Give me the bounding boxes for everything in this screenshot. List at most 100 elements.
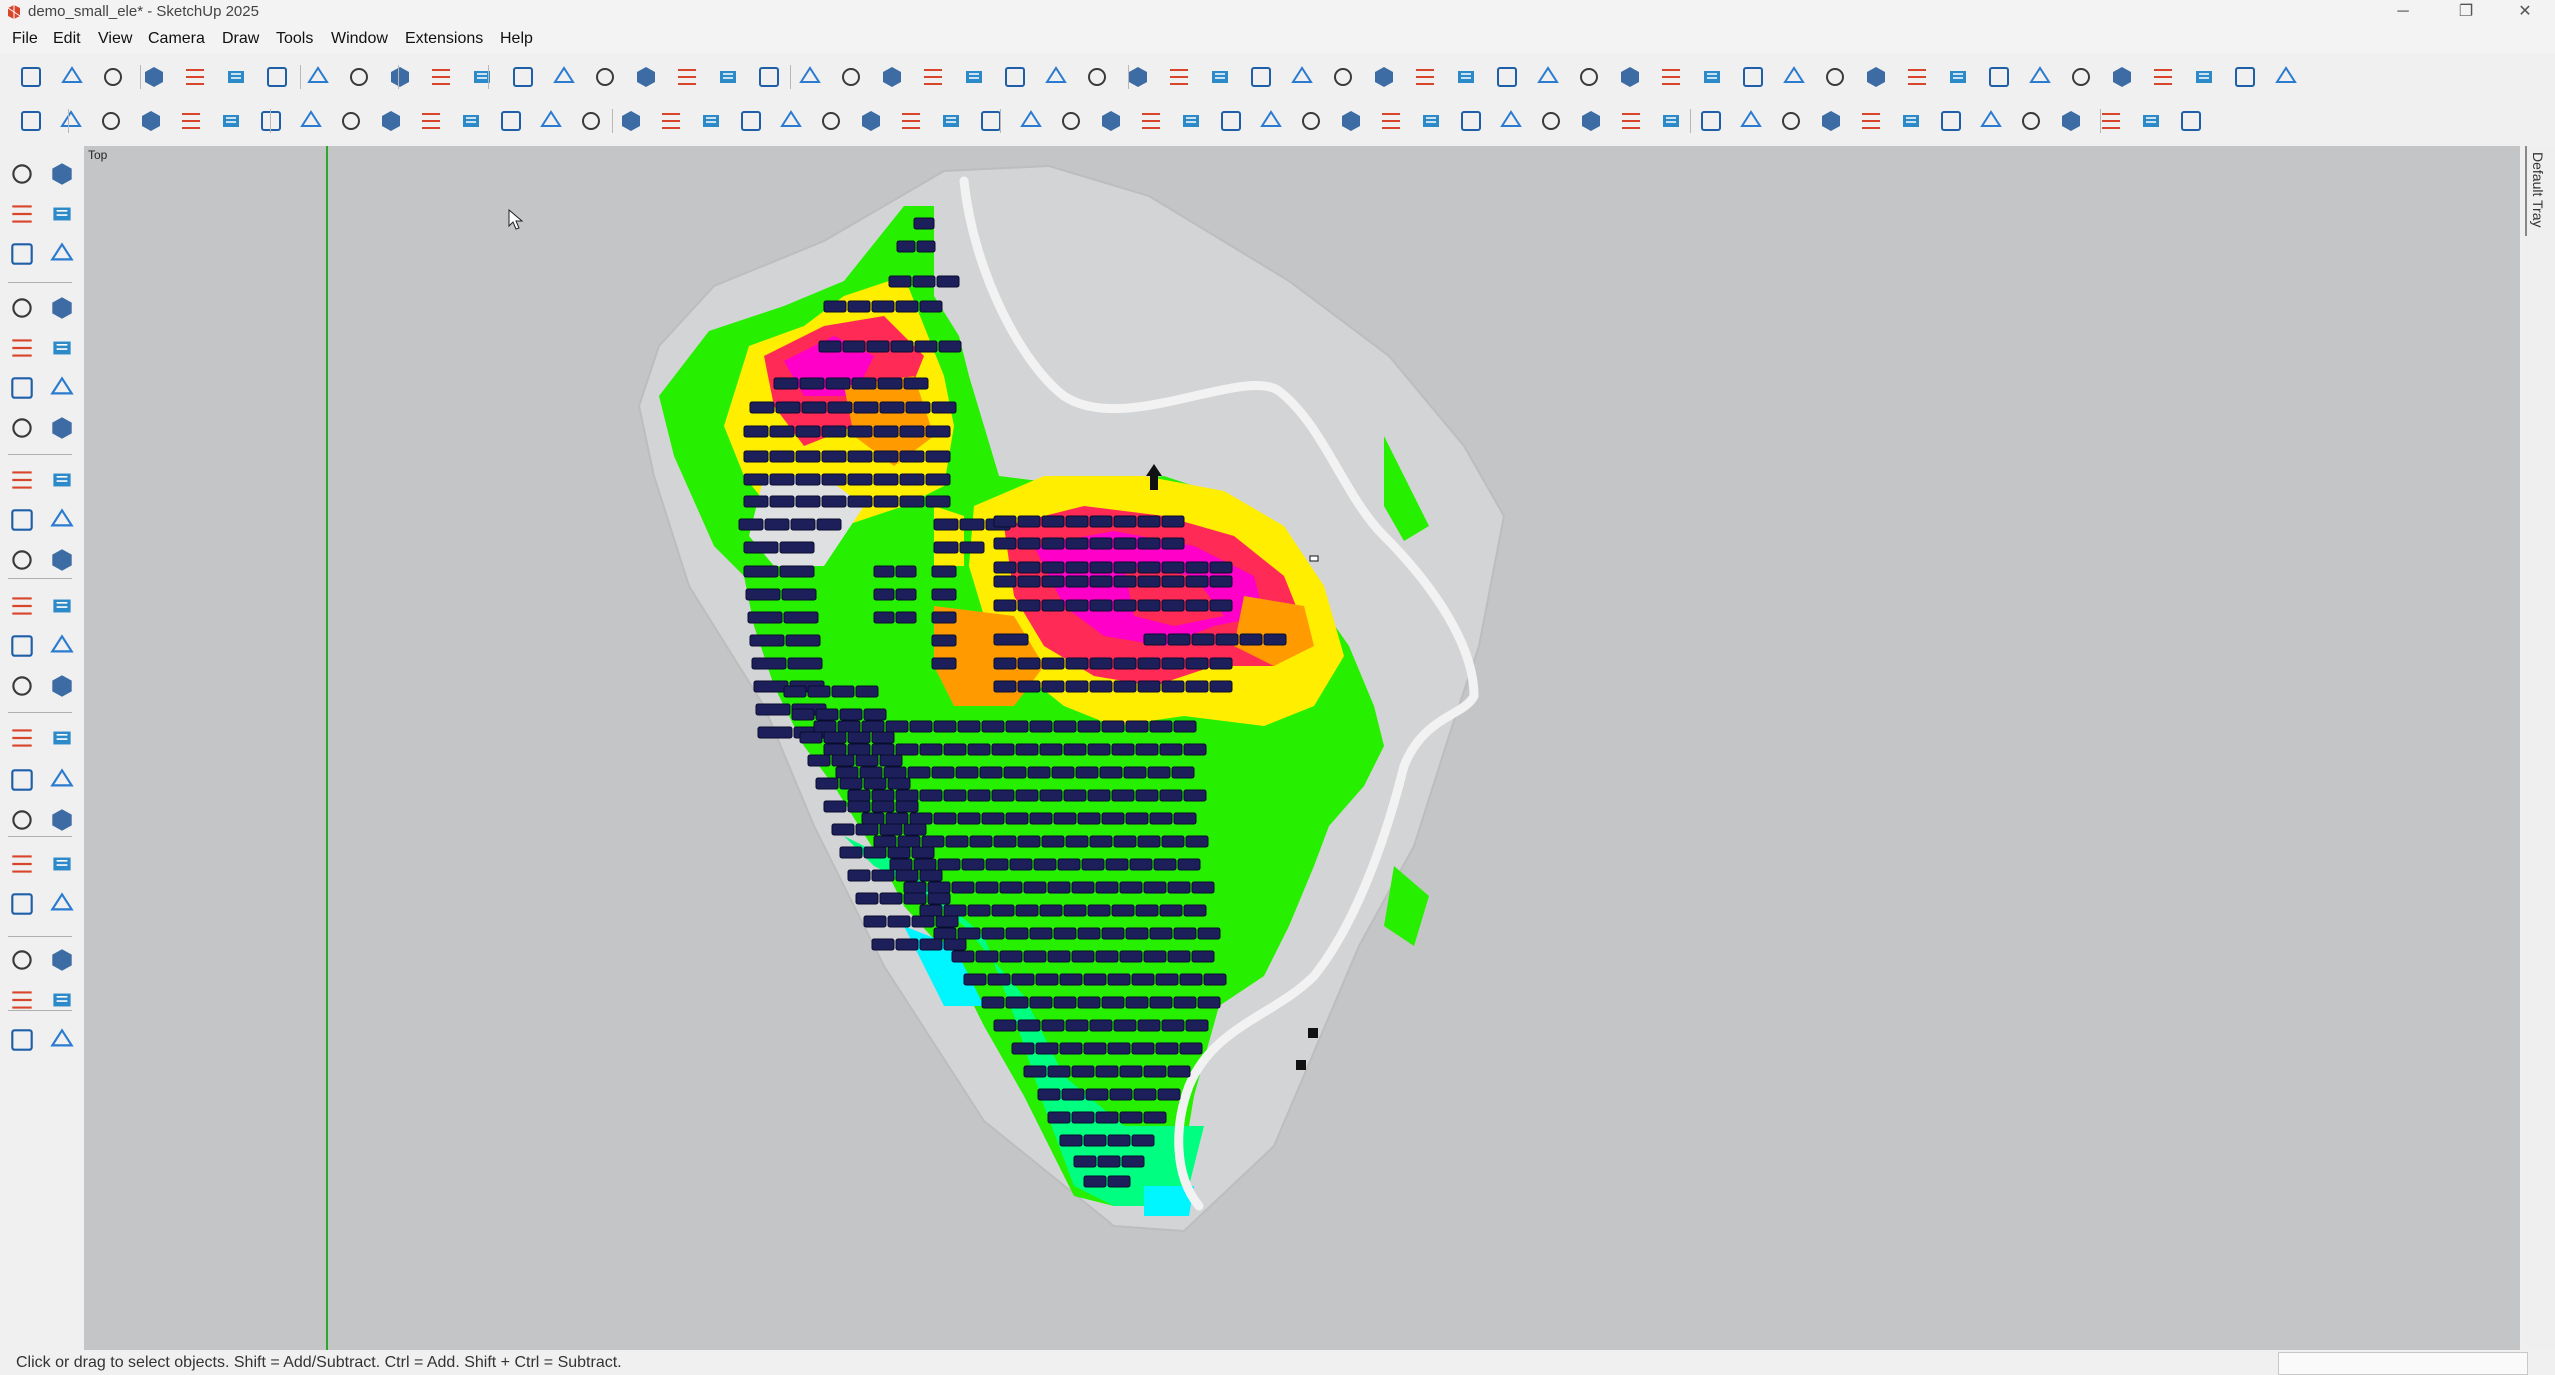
pin-icon[interactable]	[1207, 64, 1233, 90]
users-icon[interactable]	[1698, 108, 1724, 134]
menu-file[interactable]: File	[12, 30, 38, 48]
back-view-icon[interactable]	[633, 64, 659, 90]
fit-icon[interactable]	[2058, 108, 2084, 134]
rotated-rect-icon[interactable]	[48, 334, 76, 362]
tent-icon[interactable]	[178, 108, 204, 134]
pylon-icon[interactable]	[1904, 64, 1930, 90]
walk-icon[interactable]	[48, 890, 76, 918]
zoom-tool-icon[interactable]	[8, 806, 36, 834]
polygon-icon[interactable]	[48, 374, 76, 402]
panels-tilt-icon[interactable]	[298, 108, 324, 134]
search-zoom-icon[interactable]	[818, 108, 844, 134]
position-camera-icon[interactable]	[8, 890, 36, 918]
paint-bucket-icon[interactable]	[8, 200, 36, 228]
layout-icon[interactable]	[2232, 64, 2258, 90]
pole-icon[interactable]	[538, 108, 564, 134]
cars-icon[interactable]	[1945, 64, 1971, 90]
settings-bar-icon[interactable]	[1378, 108, 1404, 134]
delete-icon[interactable]	[418, 108, 444, 134]
cross-icon[interactable]	[2098, 108, 2124, 134]
table-icon[interactable]	[1338, 108, 1364, 134]
orbit-icon[interactable]	[8, 766, 36, 794]
inverter-icon[interactable]	[658, 108, 684, 134]
ambient-icon[interactable]	[1043, 64, 1069, 90]
hidden-line-icon[interactable]	[879, 64, 905, 90]
text-tool-icon[interactable]	[8, 724, 36, 752]
print-icon[interactable]	[387, 64, 413, 90]
section-icon[interactable]	[1535, 64, 1561, 90]
refresh-icon[interactable]	[1858, 108, 1884, 134]
push-pull-icon[interactable]	[48, 506, 76, 534]
clipboard-icon[interactable]	[1618, 108, 1644, 134]
redo-icon[interactable]	[346, 64, 372, 90]
fence-icon[interactable]	[938, 108, 964, 134]
zoom-icon[interactable]	[1576, 64, 1602, 90]
table-icon[interactable]	[1986, 64, 2012, 90]
gear-icon[interactable]	[1658, 108, 1684, 134]
menu-tools[interactable]: Tools	[276, 30, 313, 48]
tape-measure-icon[interactable]	[8, 632, 36, 660]
menu-view[interactable]: View	[98, 30, 132, 48]
loss-icon[interactable]	[1938, 108, 1964, 134]
eraser-icon[interactable]	[48, 200, 76, 228]
zoom-extents-icon[interactable]	[8, 850, 36, 878]
three-point-arc-icon[interactable]	[48, 466, 76, 494]
menu-help[interactable]: Help	[500, 30, 533, 48]
combiner-icon[interactable]	[618, 108, 644, 134]
panel-icon[interactable]	[258, 108, 284, 134]
transformer-icon[interactable]	[1058, 108, 1084, 134]
cabinet-icon[interactable]	[1018, 108, 1044, 134]
dimension-icon[interactable]	[8, 672, 36, 700]
rotate-icon[interactable]	[8, 546, 36, 574]
wireframe-icon[interactable]	[838, 64, 864, 90]
rectangle-icon[interactable]	[8, 334, 36, 362]
wave-icon[interactable]	[778, 108, 804, 134]
model-canvas[interactable]	[84, 146, 2520, 1350]
restore-button[interactable]: ❐	[2443, 0, 2489, 24]
component-icon[interactable]	[8, 240, 36, 268]
left-view-icon[interactable]	[674, 64, 700, 90]
monochrome-icon[interactable]	[1002, 64, 1028, 90]
obj-icon[interactable]	[2178, 108, 2204, 134]
auto-icon[interactable]	[2150, 64, 2176, 90]
cube-icon[interactable]	[1330, 64, 1356, 90]
shaded-texture-icon[interactable]	[961, 64, 987, 90]
menu-edit[interactable]: Edit	[53, 30, 81, 48]
db-icon[interactable]	[1458, 108, 1484, 134]
list-icon[interactable]	[1781, 64, 1807, 90]
mast-icon[interactable]	[1248, 64, 1274, 90]
photo-icon[interactable]	[1218, 108, 1244, 134]
layout-tree-icon[interactable]	[1178, 108, 1204, 134]
cut-icon[interactable]	[1258, 108, 1284, 134]
measurements-box[interactable]	[2278, 1352, 2528, 1375]
select-icon[interactable]	[8, 160, 36, 188]
tower-icon[interactable]	[1166, 64, 1192, 90]
measure-icon[interactable]	[1699, 64, 1725, 90]
section-plane-icon[interactable]	[48, 946, 76, 974]
zoom-window-icon[interactable]	[48, 806, 76, 834]
globe-icon[interactable]	[98, 108, 124, 134]
move-icon[interactable]	[8, 506, 36, 534]
shadow-icon[interactable]	[498, 108, 524, 134]
front-view-icon[interactable]	[551, 64, 577, 90]
export-icon[interactable]	[2191, 64, 2217, 90]
back-edges-icon[interactable]	[797, 64, 823, 90]
pencil-icon[interactable]	[8, 294, 36, 322]
mountain-icon[interactable]	[218, 108, 244, 134]
minimize-button[interactable]: ─	[2380, 0, 2426, 24]
database-icon[interactable]	[1898, 108, 1924, 134]
tray-label[interactable]: Default Tray	[2530, 152, 2546, 227]
default-tray[interactable]: Default Tray	[2522, 146, 2555, 1350]
undo-icon[interactable]	[305, 64, 331, 90]
shaded-icon[interactable]	[920, 64, 946, 90]
cloud-icon[interactable]	[1098, 108, 1124, 134]
top-view-icon[interactable]	[510, 64, 536, 90]
shrink-icon[interactable]	[2109, 64, 2135, 90]
yen-icon[interactable]	[1498, 108, 1524, 134]
compass-icon[interactable]	[2273, 64, 2299, 90]
grid-icon[interactable]	[1371, 64, 1397, 90]
lock-icon[interactable]	[1822, 64, 1848, 90]
slope-icon[interactable]	[1863, 64, 1889, 90]
warehouse-icon[interactable]	[1084, 64, 1110, 90]
menu-window[interactable]: Window	[331, 30, 388, 48]
